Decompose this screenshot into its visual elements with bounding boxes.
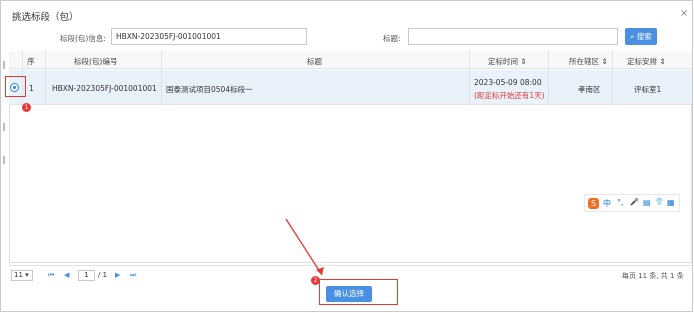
- col-divider: [469, 51, 470, 105]
- last-page-icon[interactable]: ⏭: [130, 271, 136, 280]
- row-time: 2023-05-09 08:00: [474, 78, 542, 87]
- row-arrangement: 评标室1: [634, 85, 662, 94]
- search-icon: ⌕: [630, 32, 637, 41]
- left-edge-mark: [3, 61, 5, 69]
- ime-toolbar[interactable]: S 中 °, 🎤 ▤ 👕 ▦: [584, 194, 680, 212]
- col-divider: [45, 51, 46, 105]
- ime-grid-icon[interactable]: ▦: [667, 198, 675, 207]
- col-arrangement[interactable]: 定标安排 ⇕: [627, 56, 666, 67]
- row-code: HBXN-202305FJ-001001001: [52, 84, 157, 93]
- col-divider: [548, 51, 549, 105]
- chevron-down-icon: ▾: [22, 271, 29, 279]
- close-icon[interactable]: ×: [680, 8, 688, 19]
- col-title: 标题: [307, 57, 322, 66]
- col-divider: [161, 51, 162, 105]
- ime-lang-icon[interactable]: 中: [603, 198, 611, 209]
- col-district[interactable]: 所在辖区 ⇕: [569, 56, 608, 67]
- highlight-box-radio: [5, 76, 26, 97]
- bid-info-label: 标段(包)信息:: [60, 34, 106, 43]
- col-time[interactable]: 定标时间 ⇕: [488, 56, 527, 67]
- row-title: 国泰测试项目0504标段一: [166, 85, 253, 94]
- row-time-note: (距定标开始还有1天): [474, 91, 545, 100]
- page-size-value: 11: [14, 271, 23, 279]
- row-index: 1: [29, 84, 34, 93]
- search-button[interactable]: ⌕ 搜索: [625, 28, 657, 45]
- annotation-arrow: [285, 218, 324, 276]
- ime-logo-icon: S: [588, 198, 599, 209]
- col-code: 标段(包)编号: [74, 57, 118, 66]
- left-edge-mark: [3, 123, 5, 131]
- col-divider: [612, 51, 613, 105]
- page-number-input[interactable]: 1: [78, 270, 95, 281]
- ime-mic-icon[interactable]: 🎤: [630, 198, 639, 206]
- ime-punct-icon[interactable]: °,: [617, 198, 624, 207]
- pager-summary: 每页 11 条, 共 1 条: [622, 272, 684, 280]
- ime-keyboard-icon[interactable]: ▤: [643, 198, 651, 207]
- left-edge-mark: [3, 156, 5, 164]
- page-size-select[interactable]: 11 ▾: [11, 270, 33, 281]
- next-page-icon[interactable]: ▶: [115, 271, 120, 279]
- step-badge-1: 1: [22, 103, 31, 112]
- confirm-select-button[interactable]: 确认选择: [326, 286, 372, 302]
- row-district: 孝南区: [578, 85, 601, 94]
- prev-page-icon[interactable]: ◀: [64, 271, 69, 279]
- total-pages: / 1: [98, 271, 108, 279]
- ime-skin-icon[interactable]: 👕: [655, 198, 664, 206]
- bid-info-input[interactable]: HBXN-202305FJ-001001001: [111, 28, 307, 45]
- col-index: 序: [27, 57, 35, 66]
- dialog-title: 挑选标段（包）: [12, 12, 79, 23]
- title-label: 标题:: [383, 34, 401, 43]
- search-button-label: 搜索: [636, 32, 652, 41]
- title-input[interactable]: [408, 28, 618, 45]
- first-page-icon[interactable]: ⏮: [48, 271, 54, 280]
